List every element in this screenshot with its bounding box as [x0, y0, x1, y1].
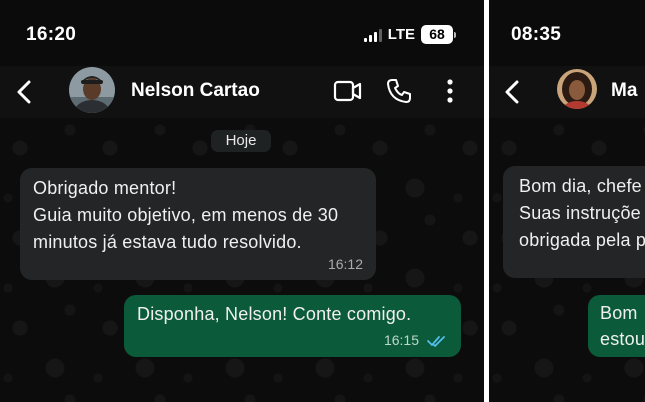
chat-screen-right: 08:35 Ma Bom dia, chefe Suas instruçõe o… — [489, 0, 645, 402]
chat-screen-left: 16:20 LTE 68 Nelson Cartao Hoje Obrigado… — [0, 0, 484, 402]
contact-avatar[interactable] — [69, 67, 115, 113]
battery-icon: 68 — [421, 25, 456, 44]
date-chip: Hoje — [211, 130, 271, 152]
message-time: 16:15 — [383, 332, 419, 348]
contact-name[interactable]: Nelson Cartao — [131, 80, 260, 102]
battery-level: 68 — [421, 25, 453, 44]
message-line: estou — [600, 329, 645, 349]
chat-header: Ma — [489, 66, 645, 118]
contact-avatar[interactable] — [557, 69, 597, 109]
chat-area[interactable]: Bom dia, chefe Suas instruçõe obrigada p… — [489, 118, 645, 402]
message-line: Obrigado mentor! — [33, 178, 177, 198]
message-line: Bom dia, chefe — [519, 176, 642, 196]
message-line: Suas instruçõe — [519, 203, 641, 223]
chat-header: Nelson Cartao — [0, 66, 484, 118]
status-bar: 08:35 — [489, 0, 645, 66]
back-arrow-icon[interactable] — [14, 80, 36, 104]
status-indicators: LTE 68 — [363, 25, 456, 44]
message-line: Guia muito objetivo, em menos de 30 — [33, 205, 339, 225]
phone-call-icon[interactable] — [386, 78, 412, 104]
message-text: Disponha, Nelson! Conte comigo. — [137, 304, 412, 324]
message-line: Bom — [600, 303, 638, 323]
incoming-message[interactable]: Bom dia, chefe Suas instruçõe obrigada p… — [503, 166, 645, 278]
status-time: 16:20 — [26, 24, 77, 45]
message-line: minutos já estava tudo resolvido. — [33, 232, 302, 252]
signal-icon — [363, 28, 382, 42]
chat-area[interactable]: Hoje Obrigado mentor! Guia muito objetiv… — [0, 118, 484, 402]
more-options-icon[interactable] — [446, 78, 454, 104]
message-time: 16:12 — [327, 256, 363, 272]
network-label: LTE — [387, 26, 415, 43]
outgoing-message[interactable]: Disponha, Nelson! Conte comigo. 16:15 — [124, 295, 461, 357]
status-time: 08:35 — [511, 24, 562, 45]
video-call-icon[interactable] — [333, 78, 363, 104]
incoming-message[interactable]: Obrigado mentor! Guia muito objetivo, em… — [20, 168, 376, 280]
status-bar: 16:20 LTE 68 — [0, 0, 484, 66]
back-arrow-icon[interactable] — [502, 80, 524, 104]
double-check-icon — [427, 336, 445, 347]
message-line: obrigada pela p — [519, 230, 645, 250]
contact-name[interactable]: Ma — [611, 80, 637, 102]
outgoing-message[interactable]: Bom estou — [588, 295, 645, 357]
